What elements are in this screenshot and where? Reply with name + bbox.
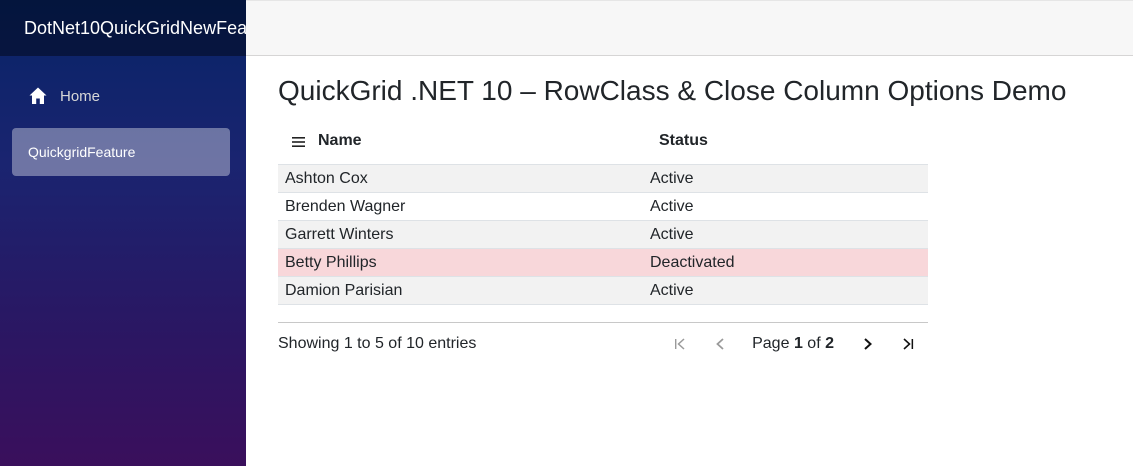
current-page-number: 1 bbox=[793, 335, 803, 352]
page-title: QuickGrid .NET 10 – RowClass & Close Col… bbox=[278, 75, 1067, 106]
total-pages-number: 2 bbox=[825, 335, 834, 352]
top-bar bbox=[246, 0, 1133, 56]
table-row-deactivated: Betty Phillips Deactivated bbox=[278, 248, 928, 277]
app-brand[interactable]: DotNet10QuickGridNewFeatures bbox=[0, 0, 246, 56]
quickgrid-table: Name Status Ashton Cox Active Brenden Wa… bbox=[278, 126, 928, 305]
page-label: Page bbox=[752, 335, 790, 352]
cell-name: Brenden Wagner bbox=[278, 192, 643, 221]
paginator: Showing 1 to 5 of 10 entries Page 1 of 2 bbox=[278, 322, 928, 363]
cell-status: Active bbox=[643, 220, 928, 249]
column-header-label: Status bbox=[659, 132, 708, 149]
page-indicator: Page 1 of 2 bbox=[752, 335, 834, 353]
sidebar: DotNet10QuickGridNewFeatures Home Quickg… bbox=[0, 0, 246, 466]
table-row: Garrett Winters Active bbox=[278, 220, 928, 249]
table-row: Ashton Cox Active bbox=[278, 164, 928, 193]
nav-item-label: QuickgridFeature bbox=[28, 144, 136, 160]
last-page-button[interactable] bbox=[897, 333, 919, 355]
of-label: of bbox=[807, 335, 821, 352]
main-content: QuickGrid .NET 10 – RowClass & Close Col… bbox=[278, 56, 1098, 363]
first-page-icon bbox=[675, 338, 685, 350]
next-page-button[interactable] bbox=[857, 333, 879, 355]
column-options-icon[interactable] bbox=[292, 135, 306, 147]
first-page-button[interactable] bbox=[669, 333, 691, 355]
spacer-cell bbox=[278, 156, 928, 165]
cell-status: Active bbox=[643, 192, 928, 221]
cell-name: Garrett Winters bbox=[278, 220, 643, 249]
nav-menu: Home QuickgridFeature bbox=[0, 56, 246, 176]
home-icon bbox=[28, 86, 48, 106]
cell-name: Betty Phillips bbox=[278, 248, 643, 277]
column-header-name[interactable]: Name bbox=[278, 126, 643, 156]
header-spacer bbox=[278, 156, 928, 165]
nav-item-home[interactable]: Home bbox=[12, 72, 230, 120]
cell-name: Damion Parisian bbox=[278, 276, 643, 305]
cell-status: Active bbox=[643, 164, 928, 193]
nav-item-label: Home bbox=[60, 87, 101, 105]
table-row: Damion Parisian Active bbox=[278, 276, 928, 305]
cell-status: Deactivated bbox=[643, 248, 928, 277]
column-header-status[interactable]: Status bbox=[643, 126, 928, 156]
table-row: Brenden Wagner Active bbox=[278, 192, 928, 221]
nav-item-quickgridfeature[interactable]: QuickgridFeature bbox=[12, 128, 230, 176]
column-header-label: Name bbox=[318, 132, 362, 149]
chevron-left-icon bbox=[716, 338, 724, 350]
pagination-summary: Showing 1 to 5 of 10 entries bbox=[278, 335, 477, 352]
cell-status: Active bbox=[643, 276, 928, 305]
cell-name: Ashton Cox bbox=[278, 164, 643, 193]
pagination-controls: Page 1 of 2 bbox=[660, 333, 928, 355]
chevron-right-icon bbox=[864, 338, 872, 350]
last-page-icon bbox=[903, 338, 914, 350]
header-row: Name Status bbox=[278, 126, 928, 156]
previous-page-button[interactable] bbox=[709, 333, 731, 355]
